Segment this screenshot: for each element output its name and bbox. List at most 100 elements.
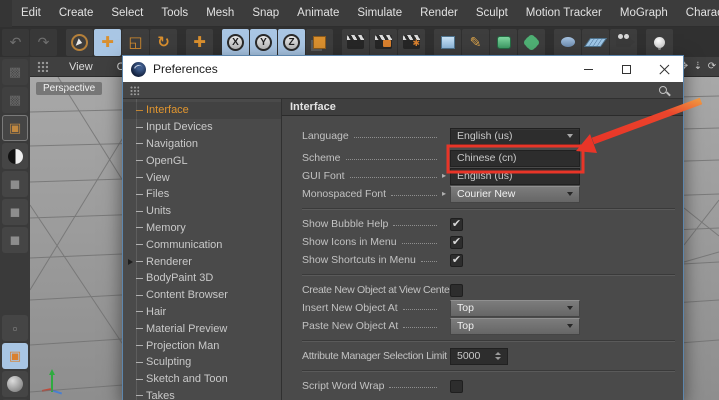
main-toolbar: ↶ ↷ ✚ ◱↻ ✚ XYZ xyxy=(0,27,719,57)
rotate-view-icon[interactable]: ⟳ xyxy=(705,57,719,77)
sidebar-item-navigation[interactable]: Navigation xyxy=(123,136,281,153)
sidebar-item-sketch-and-toon[interactable]: Sketch and Toon xyxy=(123,371,281,388)
sidebar-item-sculpting[interactable]: Sculpting xyxy=(123,354,281,371)
sidebar-item-material-preview[interactable]: Material Preview xyxy=(123,320,281,337)
panel-grip-icon[interactable] xyxy=(37,61,48,72)
panel-header: Interface xyxy=(282,99,683,116)
sidebar-item-interface[interactable]: Interface xyxy=(123,102,281,119)
edges-mode-button[interactable]: ◼ xyxy=(2,199,28,225)
language-dropdown[interactable]: English (us) xyxy=(450,128,580,145)
menu-item-tools[interactable]: Tools xyxy=(152,0,197,27)
last-used-tool-button[interactable]: ✚ xyxy=(186,29,213,56)
menu-item-render[interactable]: Render xyxy=(411,0,467,27)
enable-axis-button[interactable]: ▣ xyxy=(2,343,28,369)
texture-mode-icon: ▣ xyxy=(9,120,21,136)
insert-new-object-dropdown[interactable]: Top xyxy=(450,300,580,317)
zoom-view-icon[interactable]: ⇣ xyxy=(691,57,705,77)
sidebar-item-label: Communication xyxy=(146,239,222,251)
sidebar-item-label: OpenGL xyxy=(146,155,188,167)
sidebar-item-input-devices[interactable]: Input Devices xyxy=(123,119,281,136)
monospaced-font-dropdown[interactable]: Courier New xyxy=(450,186,580,203)
move-button[interactable]: ✚ xyxy=(94,29,121,56)
snap-settings-button[interactable]: ▫ xyxy=(2,315,28,341)
search-icon[interactable] xyxy=(659,86,667,94)
subdivision-surface-button[interactable] xyxy=(490,29,517,56)
texture-mode-button[interactable]: ▣ xyxy=(2,115,28,141)
sidebar-item-takes[interactable]: Takes xyxy=(123,388,281,400)
render-to-picture-viewer-button[interactable] xyxy=(370,29,397,56)
menu-item-edit[interactable]: Edit xyxy=(12,0,50,27)
sidebar-item-hair[interactable]: Hair xyxy=(123,304,281,321)
rotate-button[interactable]: ↻ xyxy=(150,29,177,56)
dotted-leader xyxy=(421,255,437,262)
sidebar-item-view[interactable]: View xyxy=(123,169,281,186)
scheme-dropdown[interactable]: Chinese (cn) xyxy=(450,150,580,167)
model-mode-button[interactable]: ▩ xyxy=(2,87,28,113)
make-editable-button[interactable]: ▩ xyxy=(2,59,28,85)
viewport-menu-view[interactable]: View xyxy=(57,57,105,77)
sidebar-item-memory[interactable]: Memory xyxy=(123,220,281,237)
menu-item-snap[interactable]: Snap xyxy=(243,0,288,27)
close-button[interactable] xyxy=(645,56,683,82)
menu-item-sculpt[interactable]: Sculpt xyxy=(467,0,517,27)
maximize-button[interactable] xyxy=(607,56,645,82)
tree-dash-icon xyxy=(136,110,143,111)
environment-button[interactable] xyxy=(554,29,581,56)
edit-render-settings-button[interactable] xyxy=(398,29,425,56)
camera-button[interactable] xyxy=(610,29,637,56)
sidebar-item-label: Sculpting xyxy=(146,356,191,368)
menu-item-mograph[interactable]: MoGraph xyxy=(611,0,677,27)
sidebar-item-content-browser[interactable]: Content Browser xyxy=(123,287,281,304)
workplane-mode-button[interactable] xyxy=(2,143,28,169)
deformer-button[interactable] xyxy=(518,29,545,56)
sidebar-item-projection-man[interactable]: Projection Man xyxy=(123,337,281,354)
paste-new-object-dropdown[interactable]: Top xyxy=(450,318,580,335)
show-icons-in-menu-checkbox[interactable] xyxy=(450,236,463,249)
undo-button[interactable]: ↶ xyxy=(2,29,29,56)
minimize-button[interactable] xyxy=(569,56,607,82)
move-icon: ✚ xyxy=(101,35,114,50)
gui-font-field[interactable]: English (us) xyxy=(450,168,580,185)
sidebar-item-renderer[interactable]: Renderer xyxy=(123,253,281,270)
render-view-button[interactable] xyxy=(342,29,369,56)
sidebar-item-label: Units xyxy=(146,205,171,217)
add-cube-button[interactable] xyxy=(434,29,461,56)
scale-button[interactable]: ◱ xyxy=(122,29,149,56)
sidebar-item-bodypaint-3d[interactable]: BodyPaint 3D xyxy=(123,270,281,287)
sidebar-item-opengl[interactable]: OpenGL xyxy=(123,152,281,169)
lock-z-axis-button[interactable]: Z xyxy=(278,29,305,56)
create-new-object-checkbox[interactable] xyxy=(450,284,463,297)
live-selection-button[interactable] xyxy=(66,29,93,56)
viewport-label[interactable]: Perspective xyxy=(36,82,102,95)
make-editable-icon: ▩ xyxy=(9,64,21,80)
panel-grip-icon[interactable] xyxy=(130,85,139,94)
polygons-mode-button[interactable]: ◼ xyxy=(2,227,28,253)
attribute-limit-spinner[interactable]: 5000 xyxy=(450,348,508,365)
coordinate-system-button[interactable] xyxy=(306,29,333,56)
points-mode-button[interactable]: ◼ xyxy=(2,171,28,197)
menu-item-create[interactable]: Create xyxy=(50,0,103,27)
redo-icon: ↷ xyxy=(38,35,50,49)
redo-button[interactable]: ↷ xyxy=(30,29,57,56)
menu-item-mesh[interactable]: Mesh xyxy=(197,0,243,27)
sidebar-item-units[interactable]: Units xyxy=(123,203,281,220)
light-button[interactable] xyxy=(646,29,673,56)
menu-item-character[interactable]: Character xyxy=(677,0,719,27)
pen-spline-button[interactable] xyxy=(462,29,489,56)
dialog-titlebar[interactable]: Preferences xyxy=(123,56,683,82)
viewport-solo-button[interactable] xyxy=(2,371,28,397)
menu-item-motion-tracker[interactable]: Motion Tracker xyxy=(517,0,611,27)
sidebar-item-files[interactable]: Files xyxy=(123,186,281,203)
show-shortcuts-in-menu-checkbox[interactable] xyxy=(450,254,463,267)
spinner-arrows-icon[interactable] xyxy=(495,352,501,360)
script-word-wrap-checkbox[interactable] xyxy=(450,380,463,393)
lock-x-axis-button[interactable]: X xyxy=(222,29,249,56)
lock-y-axis-button[interactable]: Y xyxy=(250,29,277,56)
show-bubble-help-checkbox[interactable] xyxy=(450,218,463,231)
sidebar-item-communication[interactable]: Communication xyxy=(123,236,281,253)
row-attribute-limit: Attribute Manager Selection Limit 5000 xyxy=(302,347,683,365)
menu-item-animate[interactable]: Animate xyxy=(288,0,348,27)
menu-item-simulate[interactable]: Simulate xyxy=(348,0,411,27)
menu-item-select[interactable]: Select xyxy=(102,0,152,27)
floor-button[interactable] xyxy=(582,29,609,56)
